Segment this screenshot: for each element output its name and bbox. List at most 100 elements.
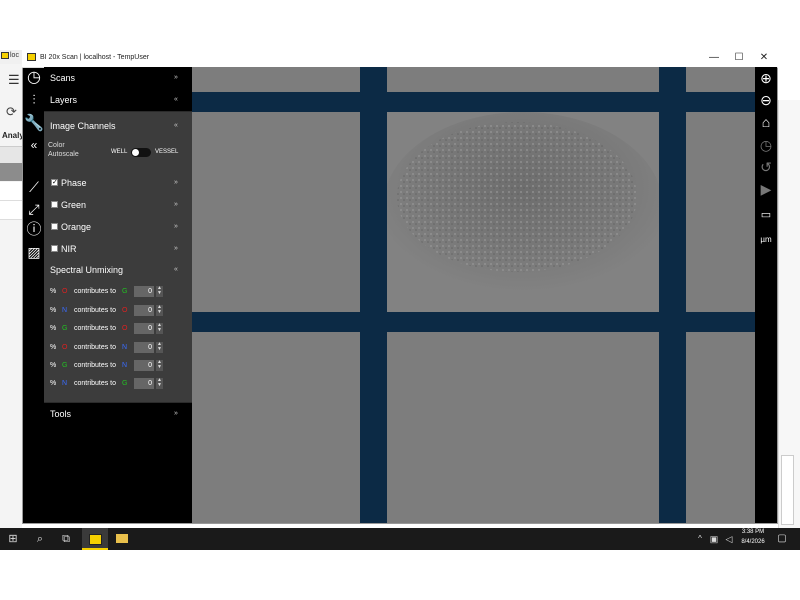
contributes-label: contributes to (74, 380, 117, 387)
clock-time[interactable]: 3:38 PM (738, 529, 768, 535)
spinner-arrows-icon[interactable]: ▲ ▼ (156, 378, 163, 389)
chevron-down-icon: » (174, 74, 178, 81)
file-explorer-icon[interactable] (111, 528, 133, 550)
channel-phase-label: Phase (61, 178, 87, 188)
well-image-selected[interactable] (387, 112, 659, 312)
unmix-value-input[interactable]: 0 (134, 360, 154, 371)
layers-sliders-icon[interactable]: ⫶ (24, 90, 44, 110)
chevron-down-icon: » (174, 201, 178, 208)
chevron-up-icon[interactable]: « (174, 122, 178, 129)
tools-label: Tools (50, 409, 72, 419)
search-icon[interactable]: ⌕ (29, 528, 51, 550)
channel-phase-checkbox[interactable]: ✓ (51, 179, 58, 186)
to-channel: N (122, 362, 128, 369)
refresh-icon[interactable]: ⟳ (6, 104, 17, 120)
channel-nir-row[interactable]: NIR » (44, 238, 192, 260)
zoom-in-icon[interactable]: ⊕ (756, 68, 776, 88)
channel-green-checkbox[interactable] (51, 201, 58, 208)
channel-orange-label: Orange (61, 222, 92, 232)
close-button[interactable]: ✕ (752, 51, 776, 65)
autoscale-toggle[interactable] (131, 148, 151, 157)
notifications-icon[interactable]: ▢ (774, 528, 790, 550)
clock-icon[interactable]: ◷ (24, 68, 44, 88)
background-tab-analysis[interactable]: Analy (2, 131, 24, 140)
well-image[interactable] (686, 332, 755, 523)
well-image[interactable] (686, 112, 755, 312)
home-icon[interactable]: ⌂ (756, 112, 776, 132)
spinner-arrows-icon[interactable]: ▲ ▼ (156, 323, 163, 334)
background-list-row-selected[interactable] (0, 163, 22, 181)
ruler-icon[interactable]: ▭ (756, 205, 776, 225)
channel-orange-row[interactable]: Orange » (44, 216, 192, 238)
play-icon[interactable]: ▶ (756, 179, 776, 199)
unmix-value-input[interactable]: 0 (134, 305, 154, 316)
task-view-icon[interactable]: ⧉ (55, 528, 77, 550)
spinner-arrows-icon[interactable]: ▲ ▼ (156, 286, 163, 297)
well-image[interactable] (192, 332, 360, 523)
spectral-unmixing-label: Spectral Unmixing (50, 265, 124, 275)
scans-label: Scans (50, 73, 76, 83)
well-image[interactable] (192, 67, 360, 92)
toggle-well-label: WELL (111, 149, 128, 155)
background-list-row[interactable] (0, 182, 22, 201)
percent-label: % (50, 307, 57, 314)
well-image[interactable] (192, 112, 360, 312)
unmix-value-input[interactable]: 0 (134, 286, 154, 297)
unmix-value-input[interactable]: 0 (134, 323, 154, 334)
channel-phase-row[interactable]: ✓ Phase » (44, 172, 192, 194)
background-list-row[interactable] (0, 146, 22, 163)
background-window-title: loc (10, 52, 19, 59)
unmix-value-input[interactable]: 0 (134, 378, 154, 389)
toggle-knob (132, 149, 139, 156)
scans-section-header[interactable]: Scans » (44, 67, 192, 89)
tools-section-header[interactable]: Tools » (44, 403, 192, 425)
channel-green-row[interactable]: Green » (44, 194, 192, 216)
volume-icon[interactable]: ◁ (722, 528, 736, 550)
measure-tool-icon[interactable]: ⟋ (24, 177, 44, 197)
spinner-arrows-icon[interactable]: ▲ ▼ (156, 360, 163, 371)
background-scrollbar[interactable] (781, 455, 794, 525)
scale-bar-icon[interactable]: µm (756, 230, 776, 250)
to-channel: G (122, 380, 128, 387)
hamburger-menu-icon[interactable]: ☰ (8, 72, 22, 88)
unmix-value-input[interactable]: 0 (134, 342, 154, 353)
image-icon[interactable]: ▨ (24, 242, 44, 262)
cell-texture (387, 112, 659, 312)
info-icon[interactable]: ⓘ (24, 220, 44, 240)
background-list-row[interactable] (0, 201, 22, 220)
minimize-button[interactable]: — (702, 51, 726, 65)
channel-orange-checkbox[interactable] (51, 223, 58, 230)
start-windows-icon[interactable]: ⊞ (2, 528, 24, 550)
from-channel: O (62, 288, 68, 295)
wrench-icon[interactable]: 🔧 (24, 114, 44, 134)
well-image[interactable] (387, 332, 659, 523)
network-icon[interactable]: ▣ (707, 528, 721, 550)
background-app-icon (1, 52, 9, 59)
maximize-button[interactable]: ☐ (727, 51, 751, 65)
layers-section-header[interactable]: Layers « (44, 89, 192, 111)
contributes-label: contributes to (74, 362, 117, 369)
tray-chevron-up-icon[interactable]: ^ (694, 528, 706, 550)
spinner-arrows-icon[interactable]: ▲ ▼ (156, 342, 163, 353)
well-image[interactable] (387, 67, 659, 92)
from-channel: O (62, 344, 68, 351)
graph-tool-icon[interactable]: ⤢ (24, 199, 44, 219)
spinner-arrows-icon[interactable]: ▲ ▼ (156, 305, 163, 316)
well-image[interactable] (686, 67, 755, 92)
history-back-icon[interactable]: ↺ (756, 157, 776, 177)
color-autoscale-label: Color Autoscale (48, 142, 79, 158)
vessel-view-canvas[interactable] (192, 67, 755, 523)
to-channel: N (122, 344, 128, 351)
channel-nir-label: NIR (61, 244, 77, 254)
history-forward-icon[interactable]: ◷ (756, 135, 776, 155)
chevron-down-icon: » (174, 410, 178, 417)
to-channel: O (122, 325, 128, 332)
contributes-label: contributes to (74, 307, 117, 314)
channel-nir-checkbox[interactable] (51, 245, 58, 252)
collapse-panel-icon[interactable]: « (24, 135, 44, 155)
percent-label: % (50, 380, 57, 387)
taskbar-app-scan-icon[interactable] (82, 528, 108, 550)
zoom-out-icon[interactable]: ⊖ (756, 90, 776, 110)
clock-date[interactable]: 8/4/2026 (738, 539, 768, 545)
chevron-up-icon[interactable]: « (174, 266, 178, 273)
